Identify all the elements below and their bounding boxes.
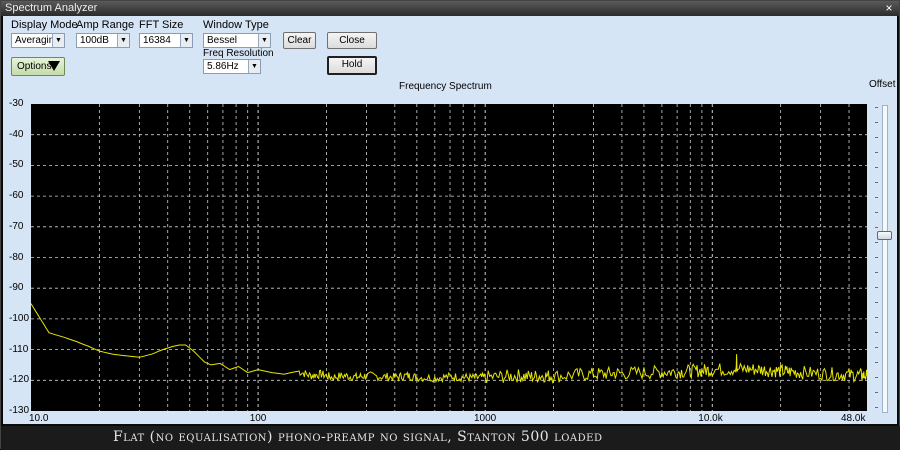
slider-tick-mark xyxy=(875,272,878,273)
window-type-value: Bessel xyxy=(207,35,238,46)
chevron-down-icon: ▼ xyxy=(258,34,270,47)
chevron-down-icon: ▼ xyxy=(117,34,129,47)
clear-button[interactable]: Clear xyxy=(283,32,316,49)
caption-bar: Flat (no equalisation) phono-preamp no s… xyxy=(1,426,900,450)
window-title: Spectrum Analyzer xyxy=(5,2,98,14)
slider-tick-mark xyxy=(875,137,878,138)
x-tick-label: 100 xyxy=(249,413,267,424)
fft-size-select[interactable]: 16384 ▼ xyxy=(139,33,193,48)
slider-tick-mark xyxy=(875,197,878,198)
freq-resolution-select[interactable]: 5.86Hz ▼ xyxy=(203,59,261,74)
slider-tick-mark xyxy=(875,347,878,348)
spectrum-plot[interactable] xyxy=(29,89,869,411)
slider-tick-mark xyxy=(875,332,878,333)
amp-range-label: Amp Range xyxy=(76,19,135,31)
hold-button[interactable]: Hold xyxy=(327,56,377,75)
dropdown-arrow-icon xyxy=(48,61,60,71)
slider-tick-mark xyxy=(875,122,878,123)
display-mode-label: Display Mode xyxy=(11,19,78,31)
chevron-down-icon: ▼ xyxy=(248,60,260,73)
slider-tick-mark xyxy=(875,407,878,408)
slider-tick-mark xyxy=(875,362,878,363)
slider-tick-mark xyxy=(875,182,878,183)
slider-tick-mark xyxy=(875,287,878,288)
slider-tick-mark xyxy=(875,302,878,303)
amp-range-value: 100dB xyxy=(80,35,109,46)
spectrum-analyzer-window: Spectrum Analyzer × Display Mode Amp Ran… xyxy=(0,0,900,450)
slider-tick-mark xyxy=(875,212,878,213)
title-bar[interactable]: Spectrum Analyzer × xyxy=(1,1,899,16)
amp-range-select[interactable]: 100dB ▼ xyxy=(76,33,130,48)
slider-tick-mark xyxy=(875,167,878,168)
chevron-down-icon: ▼ xyxy=(180,34,192,47)
fft-size-label: FFT Size xyxy=(139,19,184,31)
window-type-select[interactable]: Bessel ▼ xyxy=(203,33,271,48)
close-button[interactable]: Close xyxy=(327,32,377,49)
slider-tick-mark xyxy=(875,377,878,378)
display-mode-select[interactable]: Averaging ▼ xyxy=(11,33,65,48)
chevron-down-icon: ▼ xyxy=(52,34,64,47)
slider-tick-mark xyxy=(875,242,878,243)
window-type-label: Window Type xyxy=(203,19,269,31)
options-button[interactable]: Options xyxy=(11,57,65,76)
slider-tick-mark xyxy=(875,392,878,393)
offset-slider-thumb[interactable] xyxy=(877,231,892,240)
x-tick-label: 10.0k xyxy=(698,413,723,424)
slider-tick-mark xyxy=(875,107,878,108)
offset-label: Offset xyxy=(869,79,896,90)
fft-size-value: 16384 xyxy=(143,35,171,46)
x-tick-label: 1000 xyxy=(473,413,497,424)
x-tick-label: 10.0 xyxy=(29,413,49,424)
caption-text: Flat (no equalisation) phono-preamp no s… xyxy=(113,429,603,445)
slider-tick-mark xyxy=(875,317,878,318)
offset-slider-track[interactable] xyxy=(882,105,888,413)
slider-tick-mark xyxy=(875,227,878,228)
slider-tick-mark xyxy=(875,257,878,258)
freq-resolution-value: 5.86Hz xyxy=(207,61,239,72)
options-label: Options xyxy=(17,61,52,72)
x-tick-label: 48.0k xyxy=(841,413,866,424)
close-icon[interactable]: × xyxy=(883,1,895,16)
slider-tick-mark xyxy=(875,152,878,153)
freq-resolution-label: Freq Resolution xyxy=(203,48,274,59)
